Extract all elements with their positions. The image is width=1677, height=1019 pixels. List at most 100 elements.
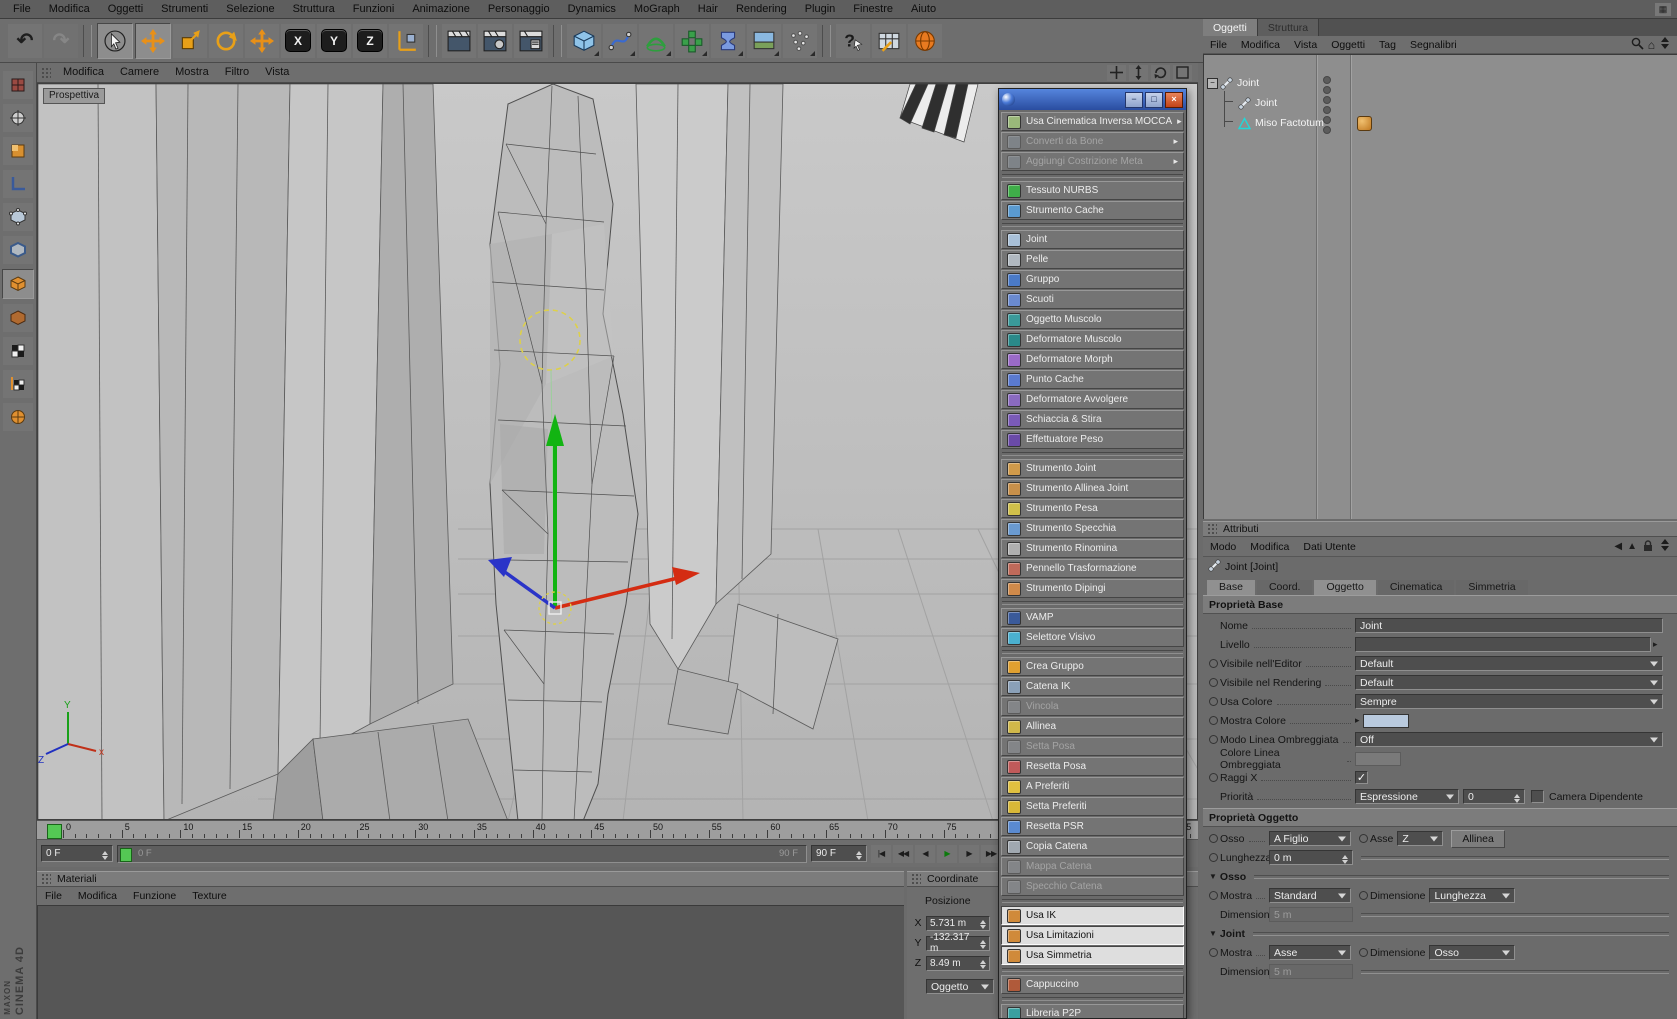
panel-grip-icon[interactable]: [41, 66, 51, 79]
history-back-icon[interactable]: ◀: [1614, 541, 1622, 552]
lock-x-button[interactable]: X: [281, 23, 315, 58]
add-spline-button[interactable]: [603, 23, 637, 58]
nome-field[interactable]: Joint: [1355, 618, 1663, 633]
maximize-button[interactable]: □: [1145, 91, 1163, 108]
menu-rendering[interactable]: Rendering: [727, 0, 796, 18]
strumento-dipingi-button[interactable]: Strumento Dipingi: [1001, 579, 1184, 598]
om-menu-vista[interactable]: Vista: [1287, 36, 1324, 54]
visibile-nel-rendering-select[interactable]: Default: [1355, 675, 1663, 690]
search-icon[interactable]: [1630, 36, 1644, 53]
keyframe-dot[interactable]: [1359, 891, 1370, 900]
spinner-icon[interactable]: [1511, 791, 1520, 803]
next-frame-button[interactable]: ▶: [959, 844, 979, 863]
attr-menu-modo[interactable]: Modo: [1203, 538, 1243, 556]
lock-y-button[interactable]: Y: [317, 23, 351, 58]
make-editable-button[interactable]: [3, 71, 33, 99]
cappuccino-button[interactable]: Cappuccino: [1001, 975, 1184, 994]
spinner-icon[interactable]: [977, 957, 986, 969]
crea-gruppo-button[interactable]: Crea Gruppo: [1001, 657, 1184, 676]
keyframe-dot[interactable]: [1209, 678, 1220, 687]
goto-start-button[interactable]: |◀: [871, 844, 891, 863]
deformatore-muscolo-button[interactable]: Deformatore Muscolo: [1001, 330, 1184, 349]
viewport-menu-mostra[interactable]: Mostra: [167, 63, 217, 82]
dolly-camera-icon[interactable]: [1129, 64, 1148, 81]
expander-icon[interactable]: −: [1207, 78, 1218, 89]
edges-mode-button[interactable]: [3, 236, 33, 264]
keyframe-dot[interactable]: [1209, 697, 1220, 706]
tab-oggetti[interactable]: Oggetti: [1203, 19, 1258, 36]
spinner-icon[interactable]: [1339, 852, 1348, 864]
menu-strumenti[interactable]: Strumenti: [152, 0, 217, 18]
prev-frame-button[interactable]: ◀: [915, 844, 935, 863]
usa-simmetria-button[interactable]: Usa Simmetria: [1001, 946, 1184, 965]
menu-funzioni[interactable]: Funzioni: [344, 0, 404, 18]
texture-mode-button[interactable]: [3, 337, 33, 365]
materials-menu-file[interactable]: File: [37, 887, 70, 905]
materials-menu-modifica[interactable]: Modifica: [70, 887, 125, 905]
uv-polygons-mode-button[interactable]: [3, 304, 33, 332]
resetta-posa-button[interactable]: Resetta Posa: [1001, 757, 1184, 776]
menu-selezione[interactable]: Selezione: [217, 0, 283, 18]
render-picture-viewer-button[interactable]: [478, 23, 512, 58]
vamp-button[interactable]: VAMP: [1001, 608, 1184, 627]
menu-oggetti[interactable]: Oggetti: [99, 0, 152, 18]
texture-axis-mode-button[interactable]: [3, 370, 33, 398]
keyframe-dot[interactable]: [1209, 735, 1220, 744]
resetta-psr-button[interactable]: Resetta PSR: [1001, 817, 1184, 836]
model-mode-button[interactable]: [3, 104, 33, 132]
strumento-cache-button[interactable]: Strumento Cache: [1001, 201, 1184, 220]
menu-struttura[interactable]: Struttura: [284, 0, 344, 18]
pennello-trasformazione-button[interactable]: Pennello Trasformazione: [1001, 559, 1184, 578]
viewport-menu-filtro[interactable]: Filtro: [217, 63, 257, 82]
scale-tool-button[interactable]: [173, 23, 207, 58]
menu-file[interactable]: File: [4, 0, 40, 18]
menu-mograph[interactable]: MoGraph: [625, 0, 689, 18]
materials-menu-funzione[interactable]: Funzione: [125, 887, 184, 905]
tab-coord[interactable]: Coord.: [1256, 580, 1313, 595]
materials-list[interactable]: [37, 905, 904, 1019]
viewport-menu-camere[interactable]: Camere: [112, 63, 167, 82]
menu-dynamics[interactable]: Dynamics: [559, 0, 625, 18]
livello-field[interactable]: [1355, 637, 1651, 652]
viewport-menu-vista[interactable]: Vista: [257, 63, 297, 82]
layer-browser-arrow-icon[interactable]: ▸: [1653, 639, 1658, 650]
copia-catena-button[interactable]: Copia Catena: [1001, 837, 1184, 856]
priority-value-field[interactable]: 0: [1463, 789, 1525, 804]
live-selection-button[interactable]: [97, 22, 133, 59]
tab-simmetria[interactable]: Simmetria: [1456, 580, 1528, 595]
visibility-dots[interactable]: [1323, 96, 1331, 114]
keyframe-dot[interactable]: [1209, 853, 1220, 862]
menu-finestre[interactable]: Finestre: [844, 0, 902, 18]
deformatore-avvolgere-button[interactable]: Deformatore Avvolgere: [1001, 390, 1184, 409]
om-menu-tag[interactable]: Tag: [1372, 36, 1403, 54]
usa-ik-button[interactable]: Usa IK: [1001, 906, 1184, 925]
lock-icon[interactable]: [1642, 539, 1654, 555]
tree-item-joint[interactable]: Joint: [1204, 93, 1677, 114]
dimensione-select[interactable]: Osso: [1429, 945, 1516, 960]
power-slider-handle[interactable]: [120, 847, 132, 862]
add-nurbs-button[interactable]: [639, 23, 673, 58]
tag-icon[interactable]: [1357, 116, 1372, 131]
raggi-x-checkbox[interactable]: ✓: [1355, 771, 1368, 784]
tree-item-miso-factotum[interactable]: Miso Factotum: [1204, 113, 1677, 134]
priority-mode-select[interactable]: Espressione: [1355, 789, 1459, 804]
om-menu-segnalibri[interactable]: Segnalibri: [1403, 36, 1464, 54]
menu-hair[interactable]: Hair: [689, 0, 727, 18]
catena-ik-button[interactable]: Catena IK: [1001, 677, 1184, 696]
close-button[interactable]: ×: [1165, 91, 1183, 108]
viewport-view-label[interactable]: Prospettiva: [43, 88, 106, 104]
attr-menu-modifica[interactable]: Modifica: [1243, 538, 1296, 556]
spinner-icon[interactable]: [977, 937, 986, 949]
om-menu-oggetti[interactable]: Oggetti: [1324, 36, 1372, 54]
modo-linea-ombreggiata-select[interactable]: Off: [1355, 732, 1663, 747]
tree-item-joint[interactable]: − Joint: [1204, 73, 1677, 94]
tab-oggetto[interactable]: Oggetto: [1314, 580, 1376, 595]
add-primitive-button[interactable]: [567, 23, 601, 58]
keyframe-dot[interactable]: [1359, 948, 1370, 957]
minimize-button[interactable]: −: [1125, 91, 1143, 108]
add-scene-object-button[interactable]: [747, 23, 781, 58]
om-menu-modifica[interactable]: Modifica: [1234, 36, 1287, 54]
object-mode-button[interactable]: [3, 137, 33, 165]
rotate-tool-button[interactable]: [209, 23, 243, 58]
maximize-view-icon[interactable]: [1173, 64, 1192, 81]
